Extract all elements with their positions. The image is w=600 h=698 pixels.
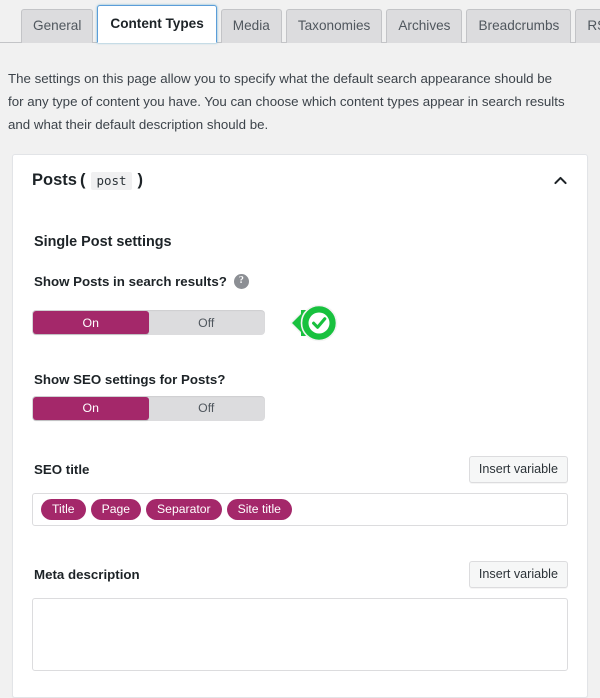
toggle-show-seo-settings[interactable]: On Off xyxy=(32,395,265,421)
content-type-card-posts: Posts ( post ) Single Post settings Show… xyxy=(12,153,588,698)
tab-media[interactable]: Media xyxy=(220,9,282,43)
label-meta-description: Meta description xyxy=(34,567,140,583)
field-head-meta-description: Meta description Insert variable xyxy=(32,560,568,589)
tab-taxonomies[interactable]: Taxonomies xyxy=(285,9,383,43)
green-cursor-check-icon xyxy=(287,298,349,348)
page-description: The settings on this page allow you to s… xyxy=(8,71,565,133)
card-body-posts: Single Post settings Show Posts in searc… xyxy=(13,234,587,697)
label-show-posts-in-search: Show Posts in search results? ? xyxy=(34,273,568,289)
label-show-posts-in-search-text: Show Posts in search results? xyxy=(34,273,227,289)
insert-variable-button-meta-description[interactable]: Insert variable xyxy=(468,560,568,589)
tab-archives[interactable]: Archives xyxy=(386,9,463,43)
variable-pill-site-title[interactable]: Site title xyxy=(226,498,292,521)
toggle-option-off[interactable]: Off xyxy=(149,397,265,420)
variable-pill-page[interactable]: Page xyxy=(90,498,142,521)
paren-close: ) xyxy=(137,170,144,189)
section-heading-single-post: Single Post settings xyxy=(34,233,172,250)
meta-description-input[interactable] xyxy=(32,598,568,672)
label-show-seo-settings-text: Show SEO settings for Posts? xyxy=(34,371,226,387)
card-header-posts[interactable]: Posts ( post ) xyxy=(13,155,587,204)
tab-breadcrumbs[interactable]: Breadcrumbs xyxy=(466,9,572,43)
variable-pill-separator[interactable]: Separator xyxy=(146,498,222,521)
label-seo-title: SEO title xyxy=(34,461,90,477)
toggle-row-show-posts-in-search: On Off xyxy=(32,298,568,348)
paren-open: ( xyxy=(79,170,86,189)
toggle-option-off[interactable]: Off xyxy=(149,311,265,334)
help-icon[interactable]: ? xyxy=(233,273,249,289)
card-title-text: Posts xyxy=(32,170,77,189)
tab-content-types[interactable]: Content Types xyxy=(97,5,217,43)
card-title-posts: Posts ( post ) xyxy=(32,171,145,190)
label-show-seo-settings: Show SEO settings for Posts? xyxy=(34,372,568,387)
chevron-up-icon[interactable] xyxy=(552,172,569,189)
variable-pill-title[interactable]: Title xyxy=(41,498,86,521)
toggle-show-posts-in-search[interactable]: On Off xyxy=(32,310,265,336)
insert-variable-button-seo-title[interactable]: Insert variable xyxy=(468,455,568,484)
tab-rss[interactable]: RSS xyxy=(575,9,600,43)
tab-general[interactable]: General xyxy=(21,9,94,43)
post-type-slug-chip: post xyxy=(91,171,132,190)
toggle-option-on[interactable]: On xyxy=(33,311,149,335)
seo-title-input[interactable]: Title Page Separator Site title xyxy=(32,492,568,527)
settings-tab-bar: General Content Types Media Taxonomies A… xyxy=(0,0,600,43)
toggle-option-on[interactable]: On xyxy=(33,396,149,420)
field-head-seo-title: SEO title Insert variable xyxy=(32,455,568,484)
